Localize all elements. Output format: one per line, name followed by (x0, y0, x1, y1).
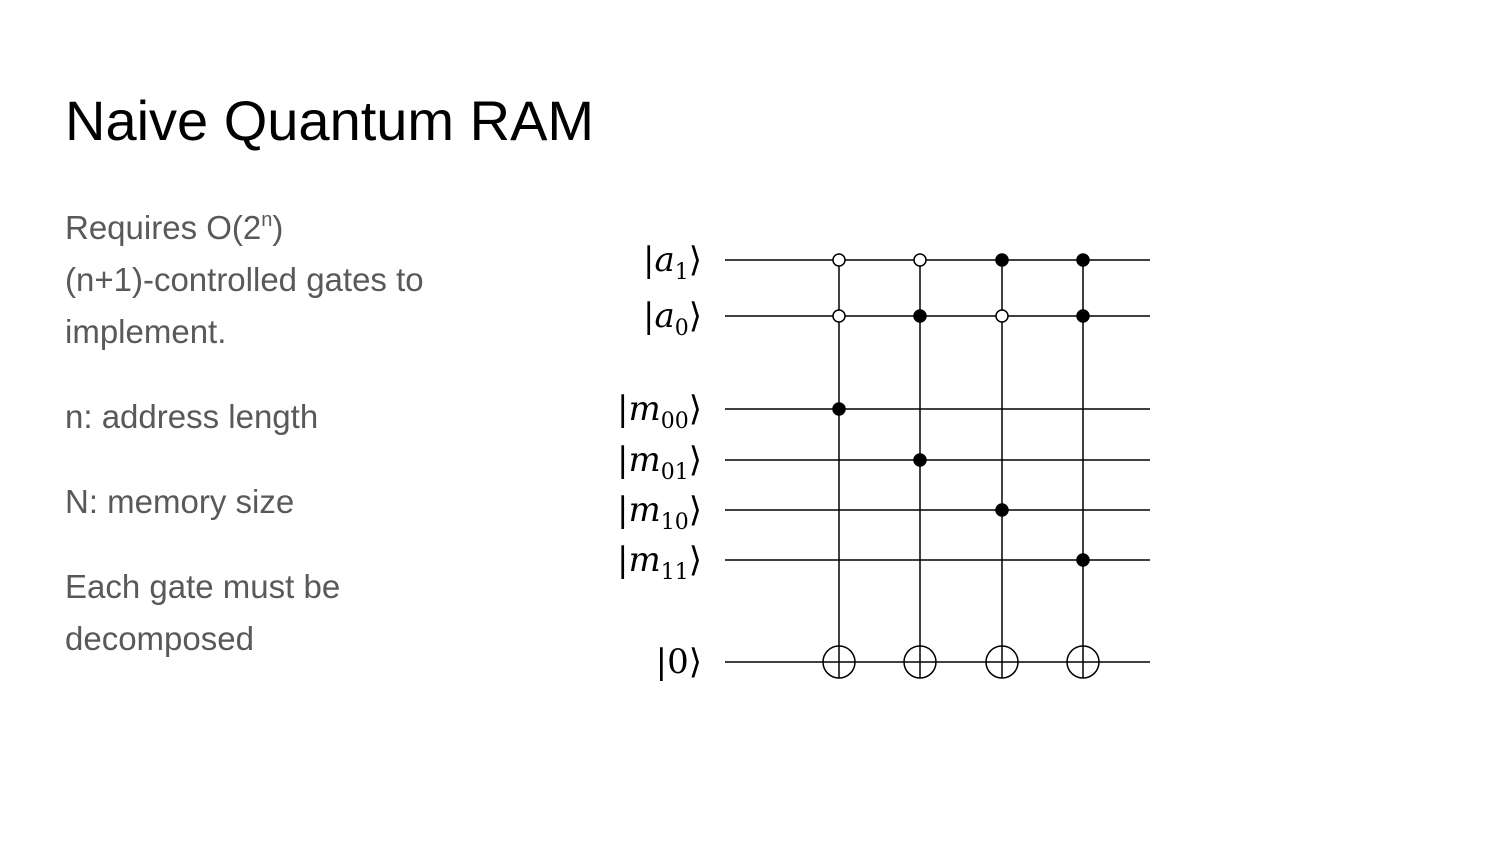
controlled-not-gate-2 (903, 253, 937, 679)
decomposition-note: Each gate must be decomposed (65, 561, 535, 665)
open-control-a0 (832, 309, 846, 323)
slide-title: Naive Quantum RAM (65, 89, 595, 152)
filled-control-m11 (1076, 553, 1090, 567)
open-control-a0 (995, 309, 1009, 323)
requirement-line2: (n+1)-controlled gates to (65, 261, 424, 298)
address-definition: n: address length (65, 398, 319, 435)
wire-label-m10: |m10⟩ (617, 490, 702, 535)
open-control-a1 (832, 253, 846, 267)
requirement-line3: implement. (65, 313, 227, 350)
requirement-line1-suffix: ) (272, 209, 284, 246)
wire-label-a1: |a1⟩ (643, 240, 702, 285)
filled-control-a0 (1076, 309, 1090, 323)
controlled-not-gate-1 (822, 253, 856, 679)
filled-control-m00 (832, 402, 846, 416)
wire-label-a0: |a0⟩ (643, 296, 702, 341)
controlled-not-gate-4 (1066, 253, 1100, 679)
requirement-text: Requires O(2n) (n+1)-controlled gates to i… (65, 202, 535, 358)
requirement-exponent: n (261, 209, 273, 231)
filled-control-m01 (913, 453, 927, 467)
qram-circuit-diagram: |a1⟩ |a0⟩ |m00⟩ |m01⟩ |m10⟩ |m11⟩ |0⟩ (617, 240, 1150, 682)
memory-definition: N: memory size (65, 483, 295, 520)
wire-label-ancilla0: |0⟩ (656, 642, 702, 682)
body-text: Requires O(2n) (n+1)-controlled gates to i… (65, 202, 535, 665)
filled-control-a1 (995, 253, 1009, 267)
wire-label-m00: |m00⟩ (617, 389, 702, 434)
filled-control-m10 (995, 503, 1009, 517)
requirement-line1-prefix: Requires O(2 (65, 209, 262, 246)
filled-control-a1 (1076, 253, 1090, 267)
decomposition-line2: decomposed (65, 620, 254, 657)
filled-control-a0 (913, 309, 927, 323)
decomposition-line1: Each gate must be (65, 568, 341, 605)
wire-label-m11: |m11⟩ (617, 540, 702, 585)
controlled-not-gate-3 (985, 253, 1019, 679)
open-control-a1 (913, 253, 927, 267)
wire-label-m01: |m01⟩ (617, 440, 702, 485)
